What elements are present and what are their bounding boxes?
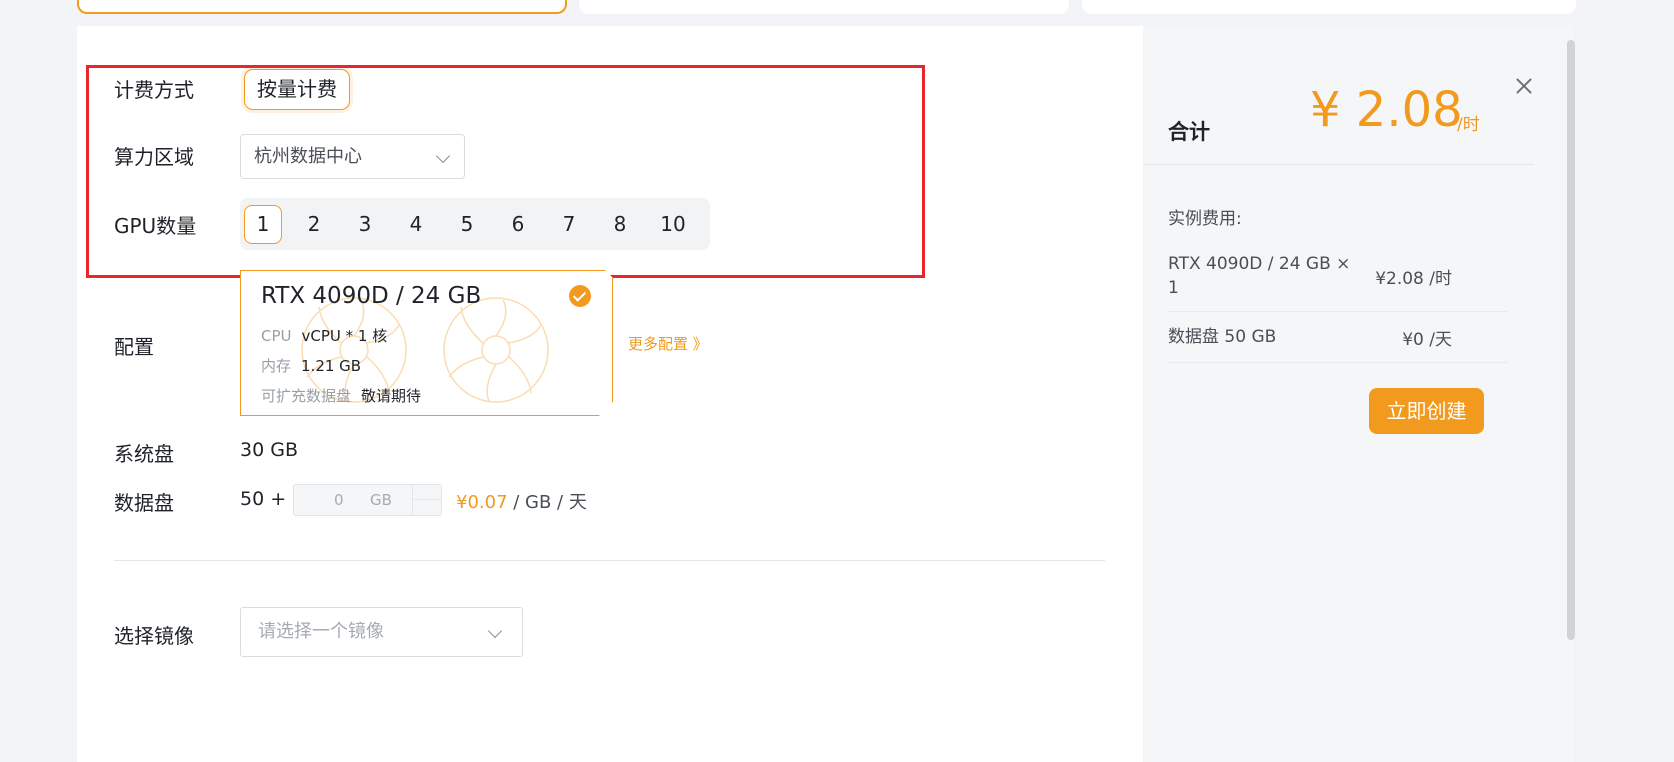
fee-item-name: 数据盘 50 GB <box>1168 327 1277 347</box>
data-disk-base: 50 + <box>240 488 287 510</box>
gpu-count-option[interactable]: 7 <box>550 205 588 244</box>
fee-item-name: RTX 4090D / 24 GB × 1 <box>1168 254 1351 298</box>
scrollbar[interactable] <box>1567 40 1575 640</box>
gpu-count-option[interactable]: 1 <box>244 205 282 244</box>
total-price: ¥ 2.08 <box>1310 82 1463 138</box>
spec-memory: 内存 1.21 GB <box>261 355 361 376</box>
region-label: 算力区域 <box>114 145 194 169</box>
gpu-count-option[interactable]: 2 <box>295 205 333 244</box>
gpu-count-option[interactable]: 8 <box>601 205 639 244</box>
region-select[interactable]: 杭州数据中心 <box>240 134 465 179</box>
fee-divider <box>1168 311 1508 312</box>
image-label: 选择镜像 <box>114 624 194 648</box>
image-placeholder: 请选择一个镜像 <box>258 621 384 642</box>
more-config-link[interactable]: 更多配置 》 <box>628 333 708 354</box>
spec-value: vCPU * 1 核 <box>301 327 388 345</box>
data-disk-unit: GB <box>370 491 392 509</box>
gpu-count-option[interactable]: 5 <box>448 205 486 244</box>
gpu-config-card[interactable]: RTX 4090D / 24 GB CPU vCPU * 1 核 内存 1.21 G… <box>240 270 613 416</box>
image-select[interactable]: 请选择一个镜像 <box>240 607 523 657</box>
top-card[interactable] <box>1082 0 1576 14</box>
spec-cpu: CPU vCPU * 1 核 <box>261 325 387 346</box>
spec-value: 1.21 GB <box>301 357 362 375</box>
total-label: 合计 <box>1168 120 1210 144</box>
data-disk-input[interactable] <box>294 485 412 515</box>
fee-item-price: ¥2.08 /时 <box>1375 269 1452 289</box>
spec-key: 可扩充数据盘 <box>261 387 352 405</box>
chevron-down-icon <box>487 623 503 639</box>
billing-option-pay-as-you-go[interactable]: 按量计费 <box>244 69 350 110</box>
total-price-unit: /时 <box>1457 115 1480 135</box>
data-disk-price-unit: / GB / 天 <box>507 492 587 513</box>
gpu-count-option[interactable]: 3 <box>346 205 384 244</box>
section-divider <box>114 560 1105 561</box>
spec-key: 内存 <box>261 357 292 375</box>
gpu-count-selector: 1 2 3 4 5 6 7 8 10 <box>240 198 710 250</box>
billing-label: 计费方式 <box>114 78 194 102</box>
close-icon[interactable] <box>1512 74 1536 98</box>
summary-divider <box>1143 164 1534 165</box>
spec-key: CPU <box>261 327 292 345</box>
spec-data-disk: 可扩充数据盘 敬请期待 <box>261 385 421 406</box>
fan-watermark-icon <box>443 297 549 403</box>
gpu-count-option[interactable]: 4 <box>397 205 435 244</box>
instance-fee-title: 实例费用: <box>1168 209 1242 229</box>
system-disk-value: 30 GB <box>240 439 298 461</box>
gpu-count-option[interactable]: 10 <box>654 205 692 244</box>
data-disk-label: 数据盘 <box>114 491 174 515</box>
data-disk-price-value: ¥0.07 <box>456 492 508 513</box>
spec-value: 敬请期待 <box>361 387 422 405</box>
check-circle-icon <box>569 285 591 307</box>
gpu-count-option[interactable]: 6 <box>499 205 537 244</box>
gpu-name: RTX 4090D / 24 GB <box>261 283 482 309</box>
top-card[interactable] <box>579 0 1069 14</box>
system-disk-label: 系统盘 <box>114 442 174 466</box>
data-disk-stepper: GB <box>293 484 442 516</box>
fee-divider <box>1168 362 1508 363</box>
chevron-down-icon <box>435 148 451 164</box>
stepper-decrement-button[interactable] <box>412 500 442 515</box>
top-card-selected[interactable] <box>77 0 567 14</box>
fee-item-price: ¥0 /天 <box>1402 330 1452 350</box>
create-now-button[interactable]: 立即创建 <box>1369 388 1484 434</box>
gpu-count-label: GPU数量 <box>114 214 197 238</box>
data-disk-price: ¥0.07 / GB / 天 <box>456 488 587 514</box>
config-label: 配置 <box>114 335 154 359</box>
region-value: 杭州数据中心 <box>254 146 362 167</box>
stepper-increment-button[interactable] <box>412 485 442 500</box>
